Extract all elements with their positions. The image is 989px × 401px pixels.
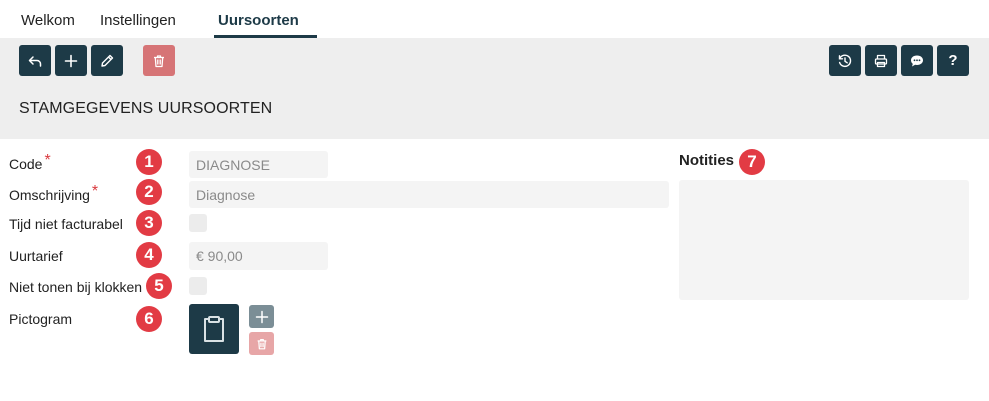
omschrijving-field[interactable]: Diagnose bbox=[189, 181, 669, 208]
print-icon bbox=[874, 54, 888, 67]
annotation-badge-5: 5 bbox=[146, 273, 172, 299]
trash-icon bbox=[257, 338, 266, 349]
delete-button[interactable] bbox=[143, 45, 175, 76]
delete-pictogram-button[interactable] bbox=[249, 332, 274, 355]
tab-instellingen[interactable]: Instellingen bbox=[100, 12, 176, 29]
add-button[interactable] bbox=[55, 45, 87, 76]
pictogram-preview[interactable] bbox=[189, 304, 239, 354]
required-marker: * bbox=[44, 152, 51, 169]
tab-bar: Welkom Instellingen Uursoorten bbox=[0, 0, 989, 38]
notes-title: Notities bbox=[679, 152, 735, 169]
tijd-niet-facturabel-label: Tijd niet facturabel bbox=[9, 216, 123, 232]
niet-tonen-bij-klokken-label: Niet tonen bij klokken bbox=[9, 279, 143, 295]
back-icon bbox=[28, 55, 42, 67]
uurtarief-field[interactable]: € 90,00 bbox=[189, 242, 328, 270]
chat-button[interactable] bbox=[901, 45, 933, 76]
trash-icon bbox=[154, 54, 164, 67]
help-icon: ? bbox=[948, 52, 958, 69]
plus-icon bbox=[255, 310, 268, 323]
tab-welkom[interactable]: Welkom bbox=[21, 12, 75, 29]
annotation-badge-3: 3 bbox=[136, 210, 162, 236]
edit-button[interactable] bbox=[91, 45, 123, 76]
pictogram-label: Pictogram bbox=[9, 311, 73, 327]
annotation-badge-6: 6 bbox=[136, 306, 162, 332]
annotation-badge-1: 1 bbox=[136, 149, 162, 175]
required-marker: * bbox=[91, 183, 99, 200]
tab-uursoorten[interactable]: Uursoorten bbox=[218, 12, 299, 29]
uurtarief-label: Uurtarief bbox=[9, 248, 63, 264]
pencil-icon bbox=[101, 54, 114, 67]
header-panel: ? STAMGEGEVENS UURSOORTEN bbox=[0, 38, 989, 139]
clipboard-icon bbox=[204, 316, 224, 342]
history-button[interactable] bbox=[829, 45, 861, 76]
tijd-niet-facturabel-checkbox[interactable] bbox=[189, 214, 207, 232]
code-field[interactable]: DIAGNOSE bbox=[189, 151, 328, 178]
notes-textarea[interactable] bbox=[679, 180, 969, 300]
history-icon bbox=[838, 53, 852, 67]
omschrijving-label: Omschrijving * bbox=[9, 183, 99, 203]
code-label: Code * bbox=[9, 152, 51, 172]
plus-icon bbox=[64, 54, 78, 67]
add-pictogram-button[interactable] bbox=[249, 305, 274, 328]
print-button[interactable] bbox=[865, 45, 897, 76]
page-title: STAMGEGEVENS UURSOORTEN bbox=[19, 100, 273, 117]
chat-icon bbox=[911, 55, 923, 66]
annotation-badge-7: 7 bbox=[739, 149, 765, 175]
back-button[interactable] bbox=[19, 45, 51, 76]
annotation-badge-2: 2 bbox=[136, 179, 162, 205]
annotation-badge-4: 4 bbox=[136, 242, 162, 268]
help-button[interactable]: ? bbox=[937, 45, 969, 76]
niet-tonen-bij-klokken-checkbox[interactable] bbox=[189, 277, 207, 295]
